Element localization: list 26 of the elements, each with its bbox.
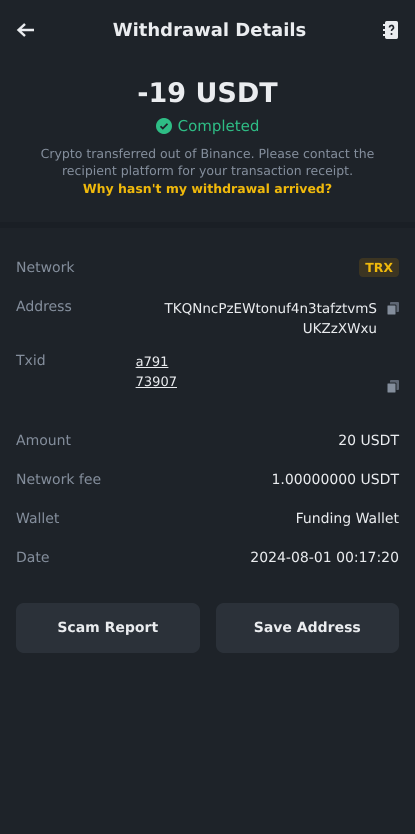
txid-link[interactable]: 73907	[136, 373, 177, 393]
field-label: Wallet	[16, 511, 60, 527]
txid-link[interactable]: a791	[136, 353, 177, 373]
field-value: 20 USDT	[338, 433, 399, 449]
field-label: Txid	[16, 353, 46, 369]
help-link[interactable]: Why hasn't my withdrawal arrived?	[82, 181, 332, 196]
field-value: 1.00000000 USDT	[271, 472, 399, 488]
back-arrow-icon[interactable]	[16, 22, 36, 38]
page-title: Withdrawal Details	[112, 20, 306, 40]
field-value: Funding Wallet	[296, 511, 399, 527]
action-button[interactable]: Scam Report	[16, 603, 200, 653]
network-badge: TRX	[359, 258, 399, 277]
help-document-icon[interactable]	[383, 21, 399, 39]
field-value: TKQNncPzEWtonuf4n3tafztvmSUKZzXWxu	[164, 300, 377, 339]
copy-icon[interactable]	[387, 380, 399, 393]
field-label: Network	[16, 260, 74, 276]
field-value: 2024-08-01 00:17:20	[250, 550, 399, 566]
field-label: Amount	[16, 433, 72, 449]
status-label: Completed	[178, 117, 260, 135]
status-note: Crypto transferred out of Binance. Please contact the recipient platform for your transaction receipt.	[40, 145, 376, 179]
amount: -19 USDT	[137, 78, 278, 109]
action-button[interactable]: Save Address	[216, 603, 399, 653]
copy-icon[interactable]	[387, 302, 399, 315]
field-label: Network fee	[16, 472, 102, 488]
field-label: Date	[16, 550, 50, 566]
field-label: Address	[16, 299, 72, 315]
